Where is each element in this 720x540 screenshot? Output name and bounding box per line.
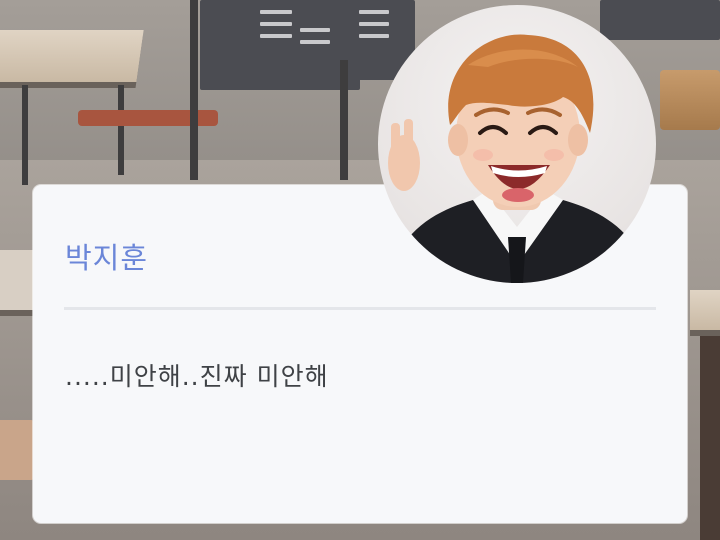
desk xyxy=(0,30,144,82)
chair-slot xyxy=(359,22,389,26)
desk-leg xyxy=(190,0,198,180)
book xyxy=(0,420,35,480)
desk-leg xyxy=(22,85,28,185)
chair-slot xyxy=(300,40,330,44)
chair-back-wood xyxy=(660,70,720,130)
desk xyxy=(690,290,720,330)
dialogue-text: .....미안해..진짜 미안해 xyxy=(65,362,329,391)
chair-slot xyxy=(359,10,389,14)
chair-slot xyxy=(359,34,389,38)
desk-leg xyxy=(700,300,720,540)
speaker-name: 박지훈 xyxy=(65,241,149,275)
character-avatar xyxy=(378,5,656,283)
desk-leg xyxy=(118,85,124,175)
chair-slot xyxy=(300,28,330,32)
chair-slot xyxy=(260,34,292,38)
chair-back xyxy=(600,0,720,40)
chair-slot xyxy=(260,10,292,14)
character-portrait-icon xyxy=(388,34,648,283)
chair-slot xyxy=(260,22,292,26)
desk-leg xyxy=(340,60,348,180)
divider xyxy=(64,307,656,310)
chair-back xyxy=(200,0,360,90)
